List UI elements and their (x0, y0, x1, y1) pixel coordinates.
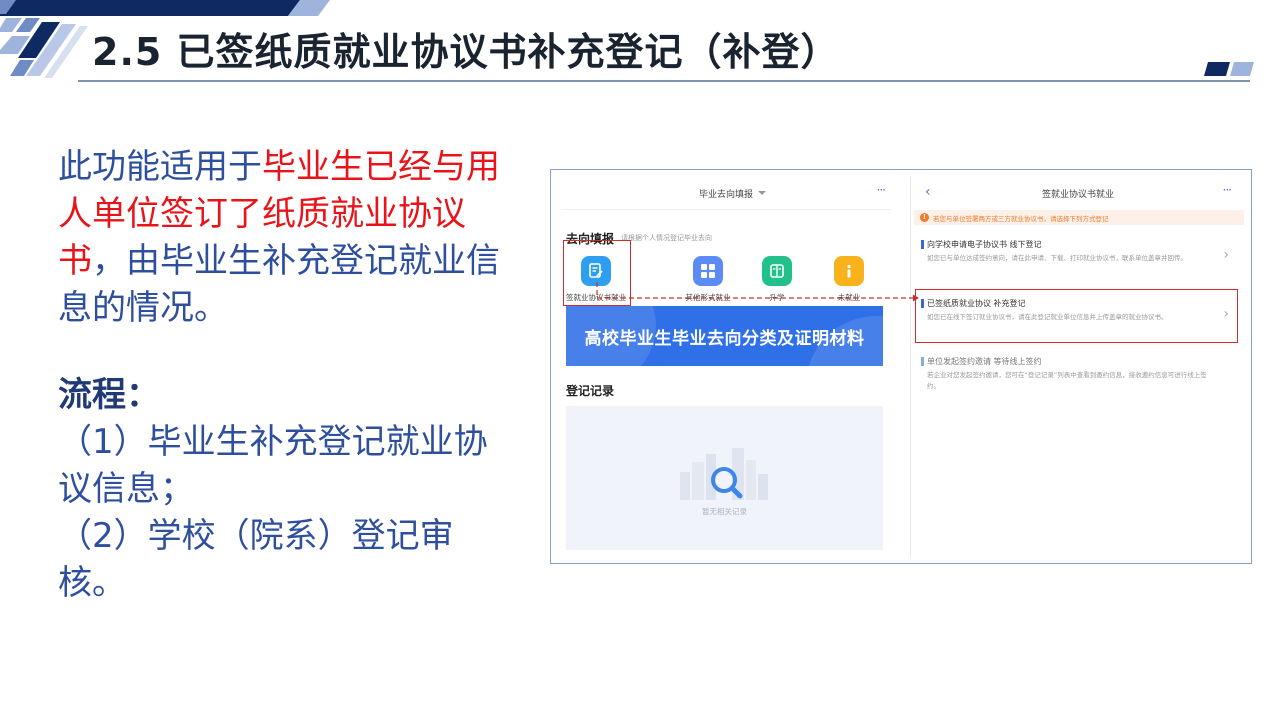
flow-step-1: （1）毕业生补充登记就业协议信息； (58, 422, 488, 509)
app-screenshot: 毕业去向填报 ··· 去向填报 请根据个人情况登记毕业去向 签就业协议书就业 其… (550, 169, 1252, 564)
title-underline (78, 80, 1250, 82)
slide-title: 2.5 已签纸质就业协议书补充登记（补登） (92, 30, 840, 74)
flow-title: 流程： (58, 375, 160, 415)
desc-text-start: 此功能适用于 (58, 147, 262, 187)
desc-text-end: ，由毕业生补充登记就业信息的情况。 (58, 241, 500, 328)
connector-arrow (596, 282, 919, 302)
function-description: 此功能适用于毕业生已经与用人单位签订了纸质就业协议书，由毕业生补充登记就业信息的… (58, 144, 508, 332)
header-corner-decoration (1204, 62, 1254, 76)
flow-step-2: （2）学校（院系）登记审核。 (58, 516, 454, 603)
flow-steps: （1）毕业生补充登记就业协议信息； （2）学校（院系）登记审核。 (58, 419, 508, 607)
